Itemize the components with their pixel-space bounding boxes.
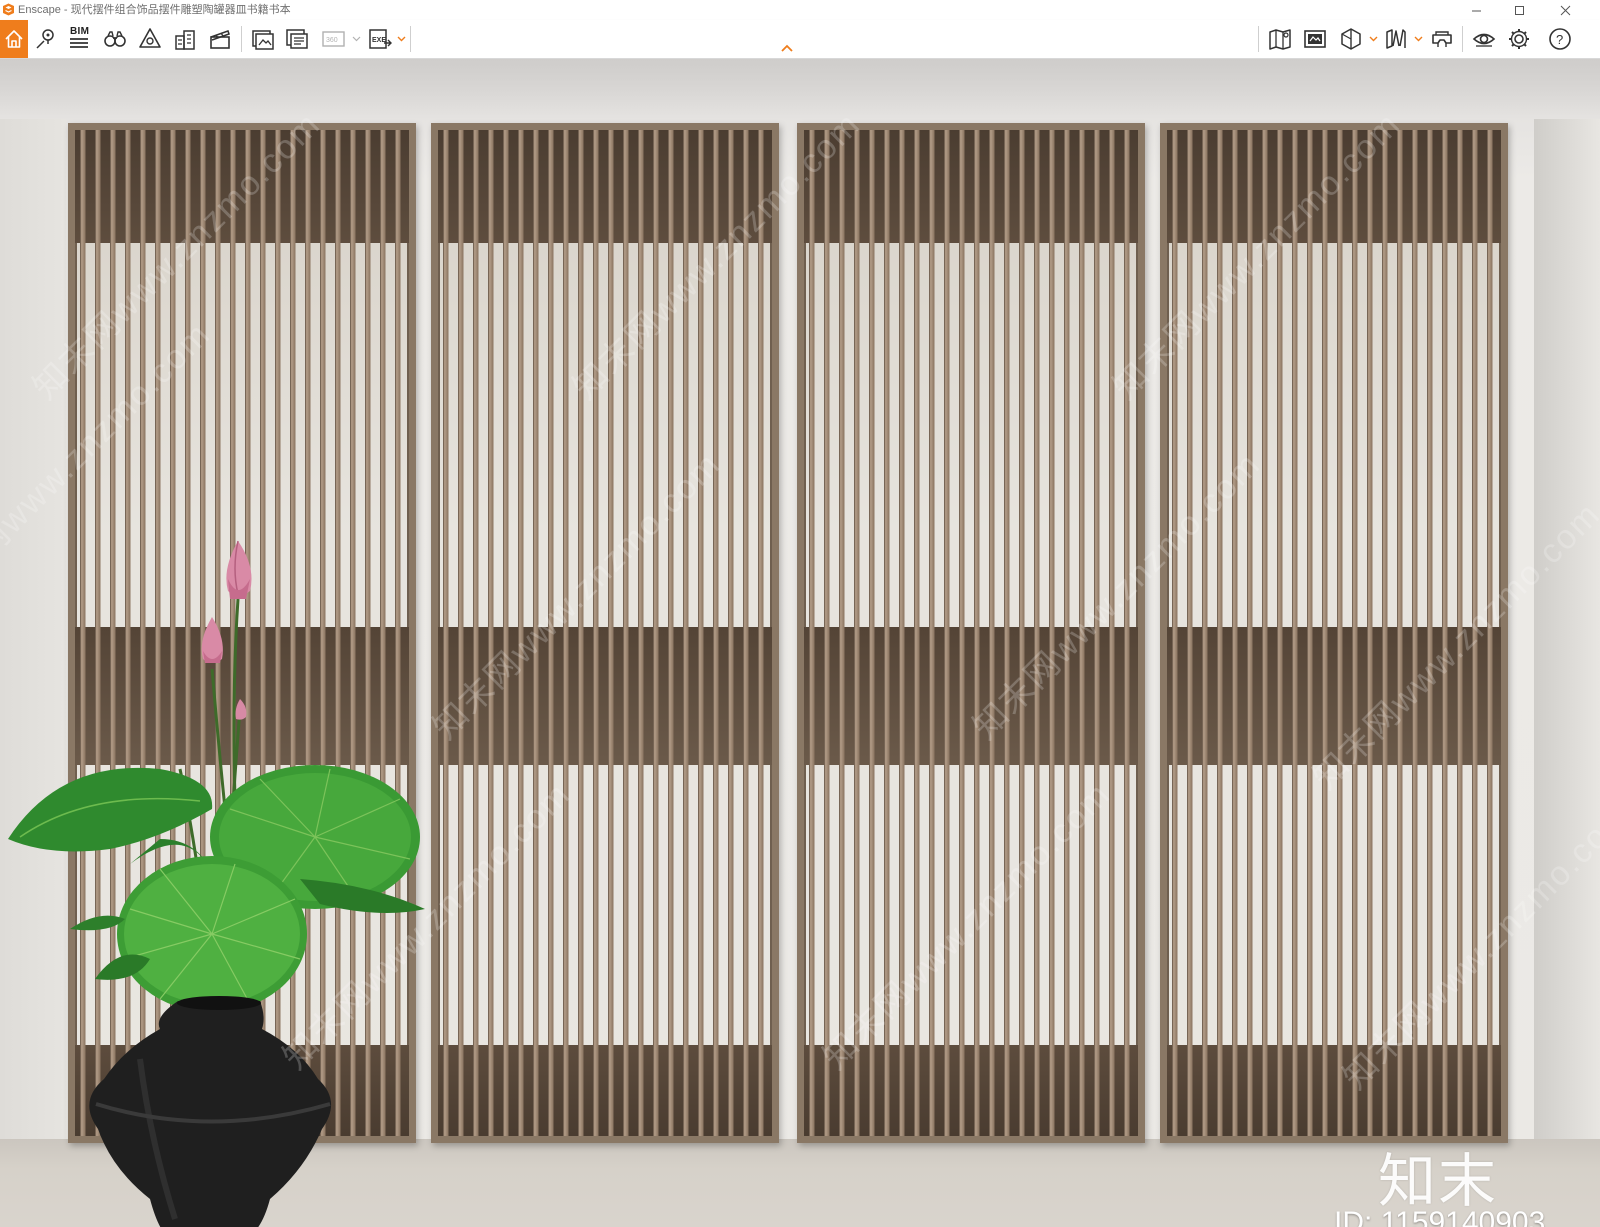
close-icon — [1560, 5, 1570, 15]
gear-icon — [1509, 29, 1529, 49]
image-id-label: ID: 1159140903 — [1334, 1206, 1546, 1227]
wood-slat-screen-panel — [797, 123, 1145, 1143]
visual-settings-button[interactable] — [1469, 24, 1499, 54]
clapperboard-icon — [210, 30, 230, 49]
eye-icon — [1472, 33, 1496, 47]
toolbar-separator — [241, 26, 242, 52]
map-button[interactable] — [1265, 24, 1295, 54]
section-dropdown-chevron-icon[interactable] — [1369, 34, 1378, 43]
home-button[interactable] — [0, 20, 28, 58]
lotus-bud-icon — [201, 617, 223, 663]
ceiling — [0, 59, 1600, 119]
export-dropdown-chevron-icon[interactable] — [397, 34, 406, 43]
bim-label: BIM — [70, 26, 90, 37]
maximize-button[interactable] — [1499, 0, 1539, 20]
section-button[interactable] — [1336, 24, 1366, 54]
buildings-button[interactable] — [170, 24, 200, 54]
help-label: ? — [1556, 32, 1563, 47]
enscape-logo-icon — [3, 3, 14, 16]
minimize-icon — [1471, 10, 1481, 11]
section-cube-icon — [1341, 28, 1361, 50]
help-button[interactable]: ? — [1545, 24, 1575, 54]
window-title: Enscape - 现代摆件组合饰品摆件雕塑陶罐器皿书籍书本 — [18, 4, 291, 16]
panorama-dropdown-chevron-icon[interactable] — [352, 34, 361, 43]
asset-library-icon — [139, 28, 161, 48]
close-button[interactable] — [1545, 0, 1585, 20]
views-button[interactable] — [31, 24, 61, 54]
toolbar-separator — [1258, 26, 1259, 52]
buildings-icon — [175, 30, 195, 50]
atlas-icon — [1304, 30, 1326, 48]
walk-mode-button[interactable] — [100, 24, 130, 54]
settings-button[interactable] — [1504, 24, 1534, 54]
pano-gallery-button[interactable] — [1381, 24, 1411, 54]
map-pin-icon — [36, 29, 54, 49]
black-ceramic-vase — [89, 996, 331, 1227]
panel-slat-shadows — [804, 130, 1138, 1136]
export-button[interactable]: EXE — [365, 24, 395, 54]
home-icon — [5, 30, 23, 48]
wood-slat-screen-panel — [431, 123, 779, 1143]
export-exe-icon: EXE — [369, 29, 392, 49]
panel-slat-shadows — [438, 130, 772, 1136]
enscape-toolbar: BIM 360 EXE ? — [0, 20, 1600, 59]
panorama-360-label: 360 — [326, 37, 338, 44]
wood-slat-screen-panel — [1160, 123, 1508, 1143]
panorama-button[interactable]: 360 — [318, 24, 348, 54]
video-editor-button[interactable] — [205, 24, 235, 54]
collapse-toolbar-icon[interactable] — [780, 43, 794, 53]
lotus-bud-icon — [235, 699, 247, 720]
screenshot-icon — [252, 30, 274, 50]
lotus-bud-icon — [226, 540, 252, 599]
pano-gallery-icon — [1386, 29, 1406, 49]
atlas-button[interactable] — [1300, 24, 1330, 54]
batch-render-icon — [286, 29, 308, 49]
vr-button[interactable] — [1427, 24, 1457, 54]
toolbar-separator — [1462, 26, 1463, 52]
batch-render-button[interactable] — [282, 24, 312, 54]
lotus-vase-decor — [8, 540, 425, 1227]
right-wall-pillar — [1534, 119, 1600, 1143]
lotus-leaves — [8, 765, 425, 1012]
toolbar-separator — [410, 26, 411, 52]
map-icon — [1269, 29, 1291, 50]
screenshot-button[interactable] — [248, 24, 278, 54]
vr-headset-icon — [1432, 31, 1452, 47]
title-bar: Enscape - 现代摆件组合饰品摆件雕塑陶罐器皿书籍书本 — [0, 0, 1600, 20]
maximize-icon — [1514, 5, 1524, 15]
pano-dropdown-chevron-icon[interactable] — [1414, 34, 1423, 43]
binoculars-icon — [104, 31, 126, 47]
minimize-button[interactable] — [1456, 0, 1496, 20]
panel-slat-shadows — [1167, 130, 1501, 1136]
panorama-360-icon: 360 — [322, 31, 345, 47]
help-icon: ? — [1549, 28, 1571, 50]
render-viewport[interactable]: 知末网www.znzmo.com 知末网www.znzmo.com 知末网www… — [0, 59, 1600, 1227]
asset-library-button[interactable] — [135, 24, 165, 54]
